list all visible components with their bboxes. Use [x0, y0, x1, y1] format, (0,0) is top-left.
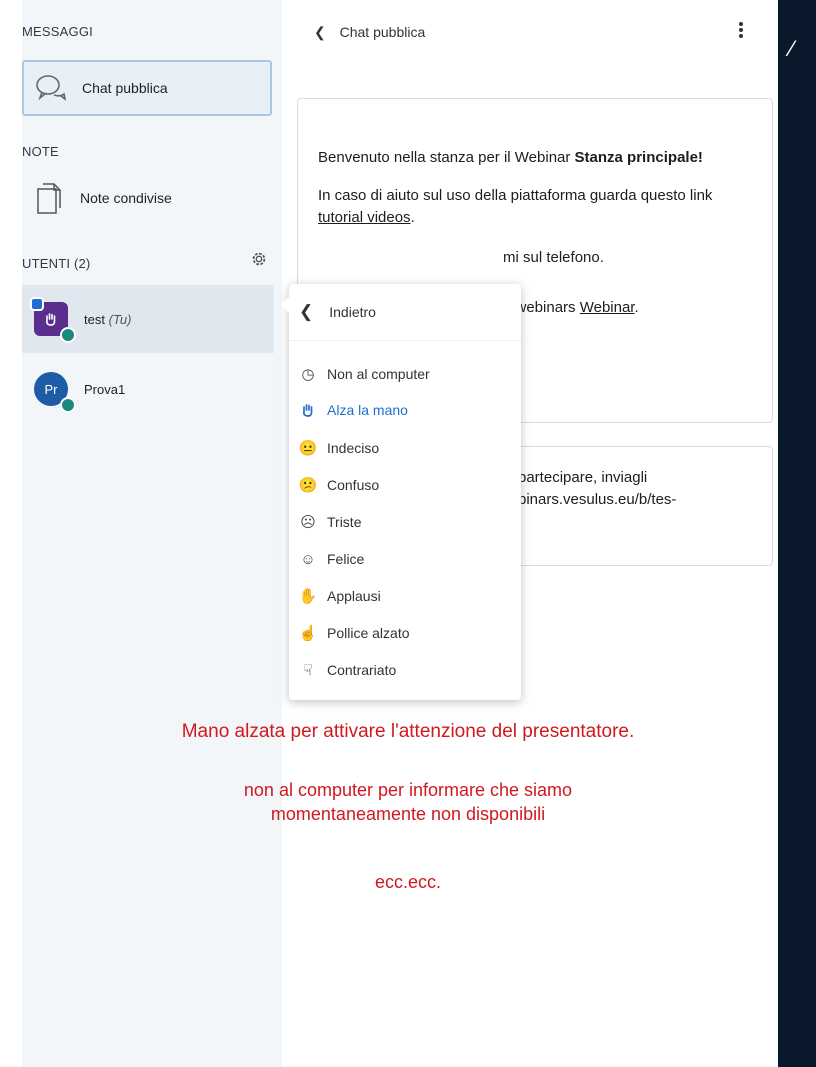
hand-icon [299, 401, 317, 419]
menu-item-sad[interactable]: ☹ Triste [299, 512, 361, 532]
chevron-left-icon: ❮ [299, 302, 314, 321]
annotation-etc: ecc.ecc. [374, 872, 442, 892]
notes-section-title: NOTE [22, 144, 59, 159]
document-icon [37, 183, 61, 214]
chat-header[interactable]: ❮ Chat pubblica [314, 24, 425, 41]
chevron-left-icon[interactable]: ❮ [314, 24, 326, 41]
menu-item-away[interactable]: ◷ Non al computer [299, 364, 429, 384]
user-name: Prova1 [84, 381, 126, 397]
hand-icon [46, 313, 56, 326]
webinar-link[interactable]: Webinar [580, 299, 635, 316]
user-name: test (Tu) [84, 311, 132, 327]
menu-item-happy[interactable]: ☺ Felice [299, 549, 364, 569]
menu-item-confused[interactable]: 😕 Confuso [298, 475, 380, 495]
user-row-prova1[interactable]: Pr Prova1 [22, 355, 274, 423]
users-section-title: UTENTI (2) [22, 256, 91, 271]
chat-title: Chat pubblica [339, 24, 426, 40]
microphone-icon [60, 397, 76, 413]
tutorial-link[interactable]: tutorial videos [318, 209, 411, 226]
menu-item-applause[interactable]: ✋ Applausi [299, 586, 381, 606]
confused-face-icon: 😕 [298, 477, 318, 494]
presentation-area: ⁄ [778, 0, 816, 1067]
menu-item-thumbs-down[interactable]: ☟ Contrariato [299, 660, 396, 680]
chat-bubbles-icon [36, 75, 67, 101]
welcome-paragraph: Benvenuto nella stanza per il Webinar St… [318, 149, 703, 166]
menu-divider [289, 340, 521, 341]
menu-item-thumbs-up[interactable]: ☝ Pollice alzato [299, 623, 410, 643]
menu-arrow [281, 296, 290, 314]
public-chat-item[interactable]: Chat pubblica [22, 60, 272, 116]
presentation-glyph: ⁄ [790, 36, 794, 61]
clock-icon: ◷ [301, 366, 315, 383]
gear-icon[interactable] [250, 250, 268, 268]
status-menu: ❮ Indietro ◷ Non al computer Alza la man… [281, 284, 521, 700]
avatar: Pr [34, 372, 76, 413]
annotation-away-line2: momentaneamente non disponibili [270, 804, 546, 824]
messages-section-title: MESSAGGI [22, 24, 93, 39]
annotation-raise-hand: Mano alzata per attivare l'attenzione de… [181, 721, 635, 742]
menu-item-raise-hand[interactable]: Alza la mano [299, 400, 408, 420]
annotation-away-line1: non al computer per informare che siamo [243, 780, 573, 800]
happy-face-icon: ☺ [300, 550, 316, 568]
phone-paragraph: mi sul telefono. [503, 249, 604, 266]
thumbs-down-icon: ☟ [303, 662, 313, 679]
user-row-test[interactable]: test (Tu) [22, 285, 274, 353]
microphone-icon [60, 327, 76, 343]
menu-back-label: Indietro [329, 304, 376, 320]
help-paragraph: In caso di aiuto sul uso della piattafor… [318, 187, 713, 226]
shared-notes-item[interactable]: Note condivise [22, 168, 272, 228]
more-options-icon[interactable] [736, 20, 746, 46]
sad-face-icon: ☹ [300, 514, 316, 531]
presenter-badge-icon [30, 297, 44, 311]
menu-item-undecided[interactable]: 😐 Indeciso [298, 438, 380, 458]
menu-back-button[interactable]: ❮ Indietro [299, 302, 376, 322]
neutral-face-icon: 😐 [298, 440, 318, 457]
applause-icon: ✋ [298, 588, 318, 605]
avatar [30, 297, 76, 343]
thumbs-up-icon: ☝ [298, 625, 318, 642]
shared-notes-label: Note condivise [80, 190, 172, 206]
public-chat-label: Chat pubblica [82, 80, 168, 96]
sidebar: MESSAGGI Chat pubblica NOTE Note condivi… [22, 0, 282, 1067]
